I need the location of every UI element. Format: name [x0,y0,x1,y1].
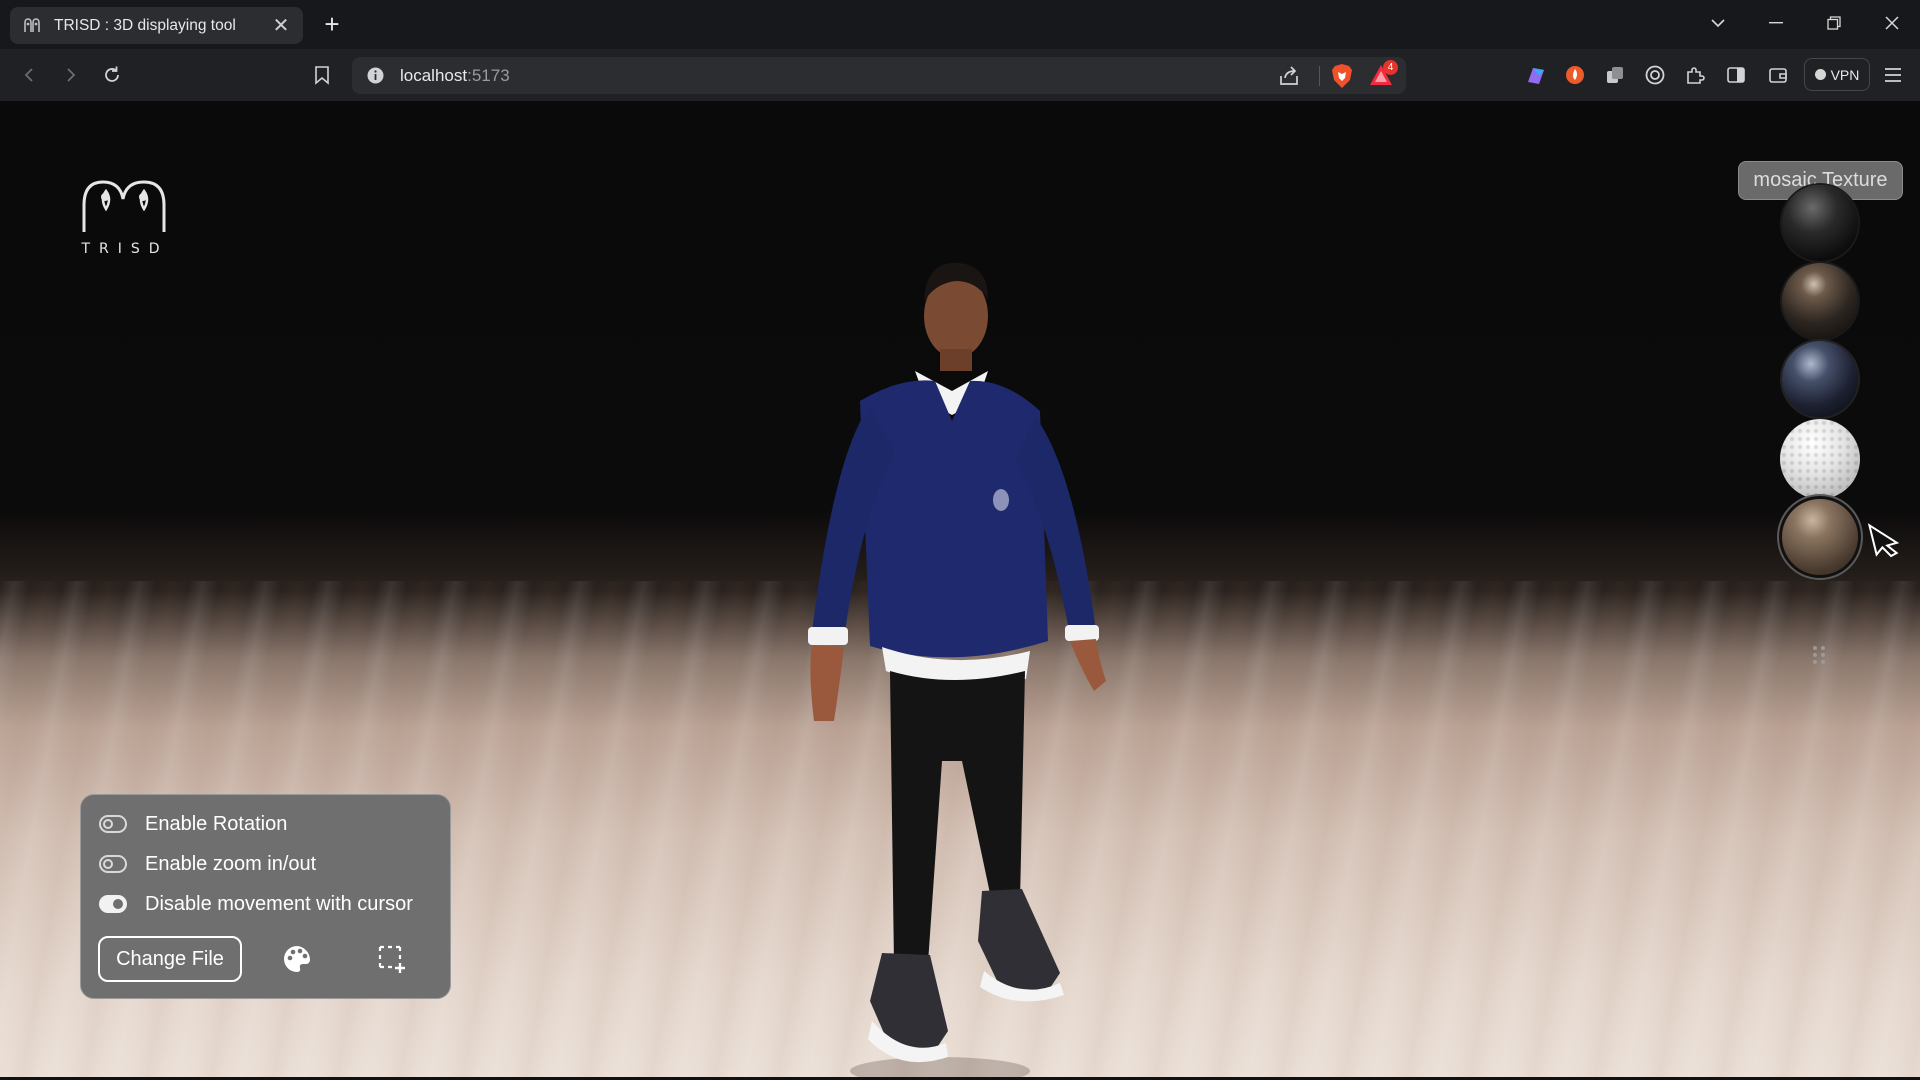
sidebar-toggle-icon[interactable] [1723,62,1749,88]
minimize-icon[interactable] [1754,8,1798,38]
rewards-badge: 4 [1383,60,1398,75]
address-bar[interactable]: localhost:5173 4 [352,57,1406,94]
texture-swatch-blue-black-marble[interactable] [1782,341,1858,417]
rotation-toggle[interactable] [99,815,127,833]
option-disable-movement[interactable]: Disable movement with cursor [99,889,413,919]
3d-viewport[interactable]: TRISD mosaic Texture Enable Rotation Ena… [0,101,1920,1080]
wallet-icon[interactable] [1765,62,1791,88]
drag-handle-icon[interactable] [1812,645,1826,665]
vpn-label: VPN [1830,66,1860,83]
option-label: Disable movement with cursor [145,892,413,915]
trisd-logo: TRISD [78,177,172,257]
url-port: :5173 [467,66,510,85]
logo-text: TRISD [80,241,168,257]
extensions-puzzle-icon[interactable] [1682,62,1708,88]
texture-swatch-brown-stone[interactable] [1782,499,1858,575]
brave-rewards-icon[interactable]: 4 [1368,60,1398,89]
reload-icon[interactable] [96,59,128,91]
select-area-add-icon[interactable] [372,939,412,979]
control-panel: Enable Rotation Enable zoom in/out Disab… [80,794,451,999]
bookmark-icon[interactable] [306,59,338,91]
extension-gradient-icon[interactable] [1522,62,1548,88]
vpn-status-icon [1814,69,1826,80]
change-file-button[interactable]: Change File [98,936,242,982]
3d-character-model[interactable] [730,201,1150,1080]
share-icon[interactable] [1277,64,1301,88]
movement-toggle[interactable] [99,895,127,913]
extension-target-icon[interactable] [1642,62,1668,88]
browser-tab[interactable]: TRISD : 3D displaying tool ✕ [10,7,303,44]
close-window-icon[interactable] [1870,8,1914,38]
url-text: localhost:5173 [400,66,510,86]
vpn-button[interactable]: VPN [1804,58,1870,91]
option-enable-zoom[interactable]: Enable zoom in/out [99,849,316,879]
tab-title: TRISD : 3D displaying tool [54,16,236,34]
brave-shields-icon[interactable] [1330,63,1354,89]
back-icon[interactable] [14,59,46,91]
forward-icon[interactable] [54,59,86,91]
option-enable-rotation[interactable]: Enable Rotation [99,809,287,839]
texture-swatch-white-mosaic[interactable] [1780,419,1860,499]
option-label: Enable zoom in/out [145,852,317,875]
menu-hamburger-icon[interactable] [1880,62,1906,88]
restore-icon[interactable] [1812,8,1856,38]
extension-copy-icon[interactable] [1602,62,1628,88]
option-label: Enable Rotation [145,812,288,835]
palette-icon[interactable] [277,939,317,979]
new-tab-button[interactable]: + [318,11,346,39]
texture-swatch-dark-wood-marble[interactable] [1782,263,1858,339]
url-host: localhost [400,66,468,85]
tab-close-icon[interactable]: ✕ [271,16,291,36]
browser-tab-strip: TRISD : 3D displaying tool ✕ + [0,0,1920,49]
zoom-toggle[interactable] [99,855,127,873]
tab-search-chevron-icon[interactable] [1696,8,1740,38]
texture-swatch-black-glossy[interactable] [1782,185,1858,261]
extension-flame-icon[interactable] [1562,62,1588,88]
mouse-cursor-icon [1867,519,1902,559]
url-separator [1319,66,1320,86]
site-info-icon[interactable] [366,66,385,85]
browser-toolbar: localhost:5173 4 VPN [0,49,1920,101]
tab-favicon-icon [22,16,42,36]
